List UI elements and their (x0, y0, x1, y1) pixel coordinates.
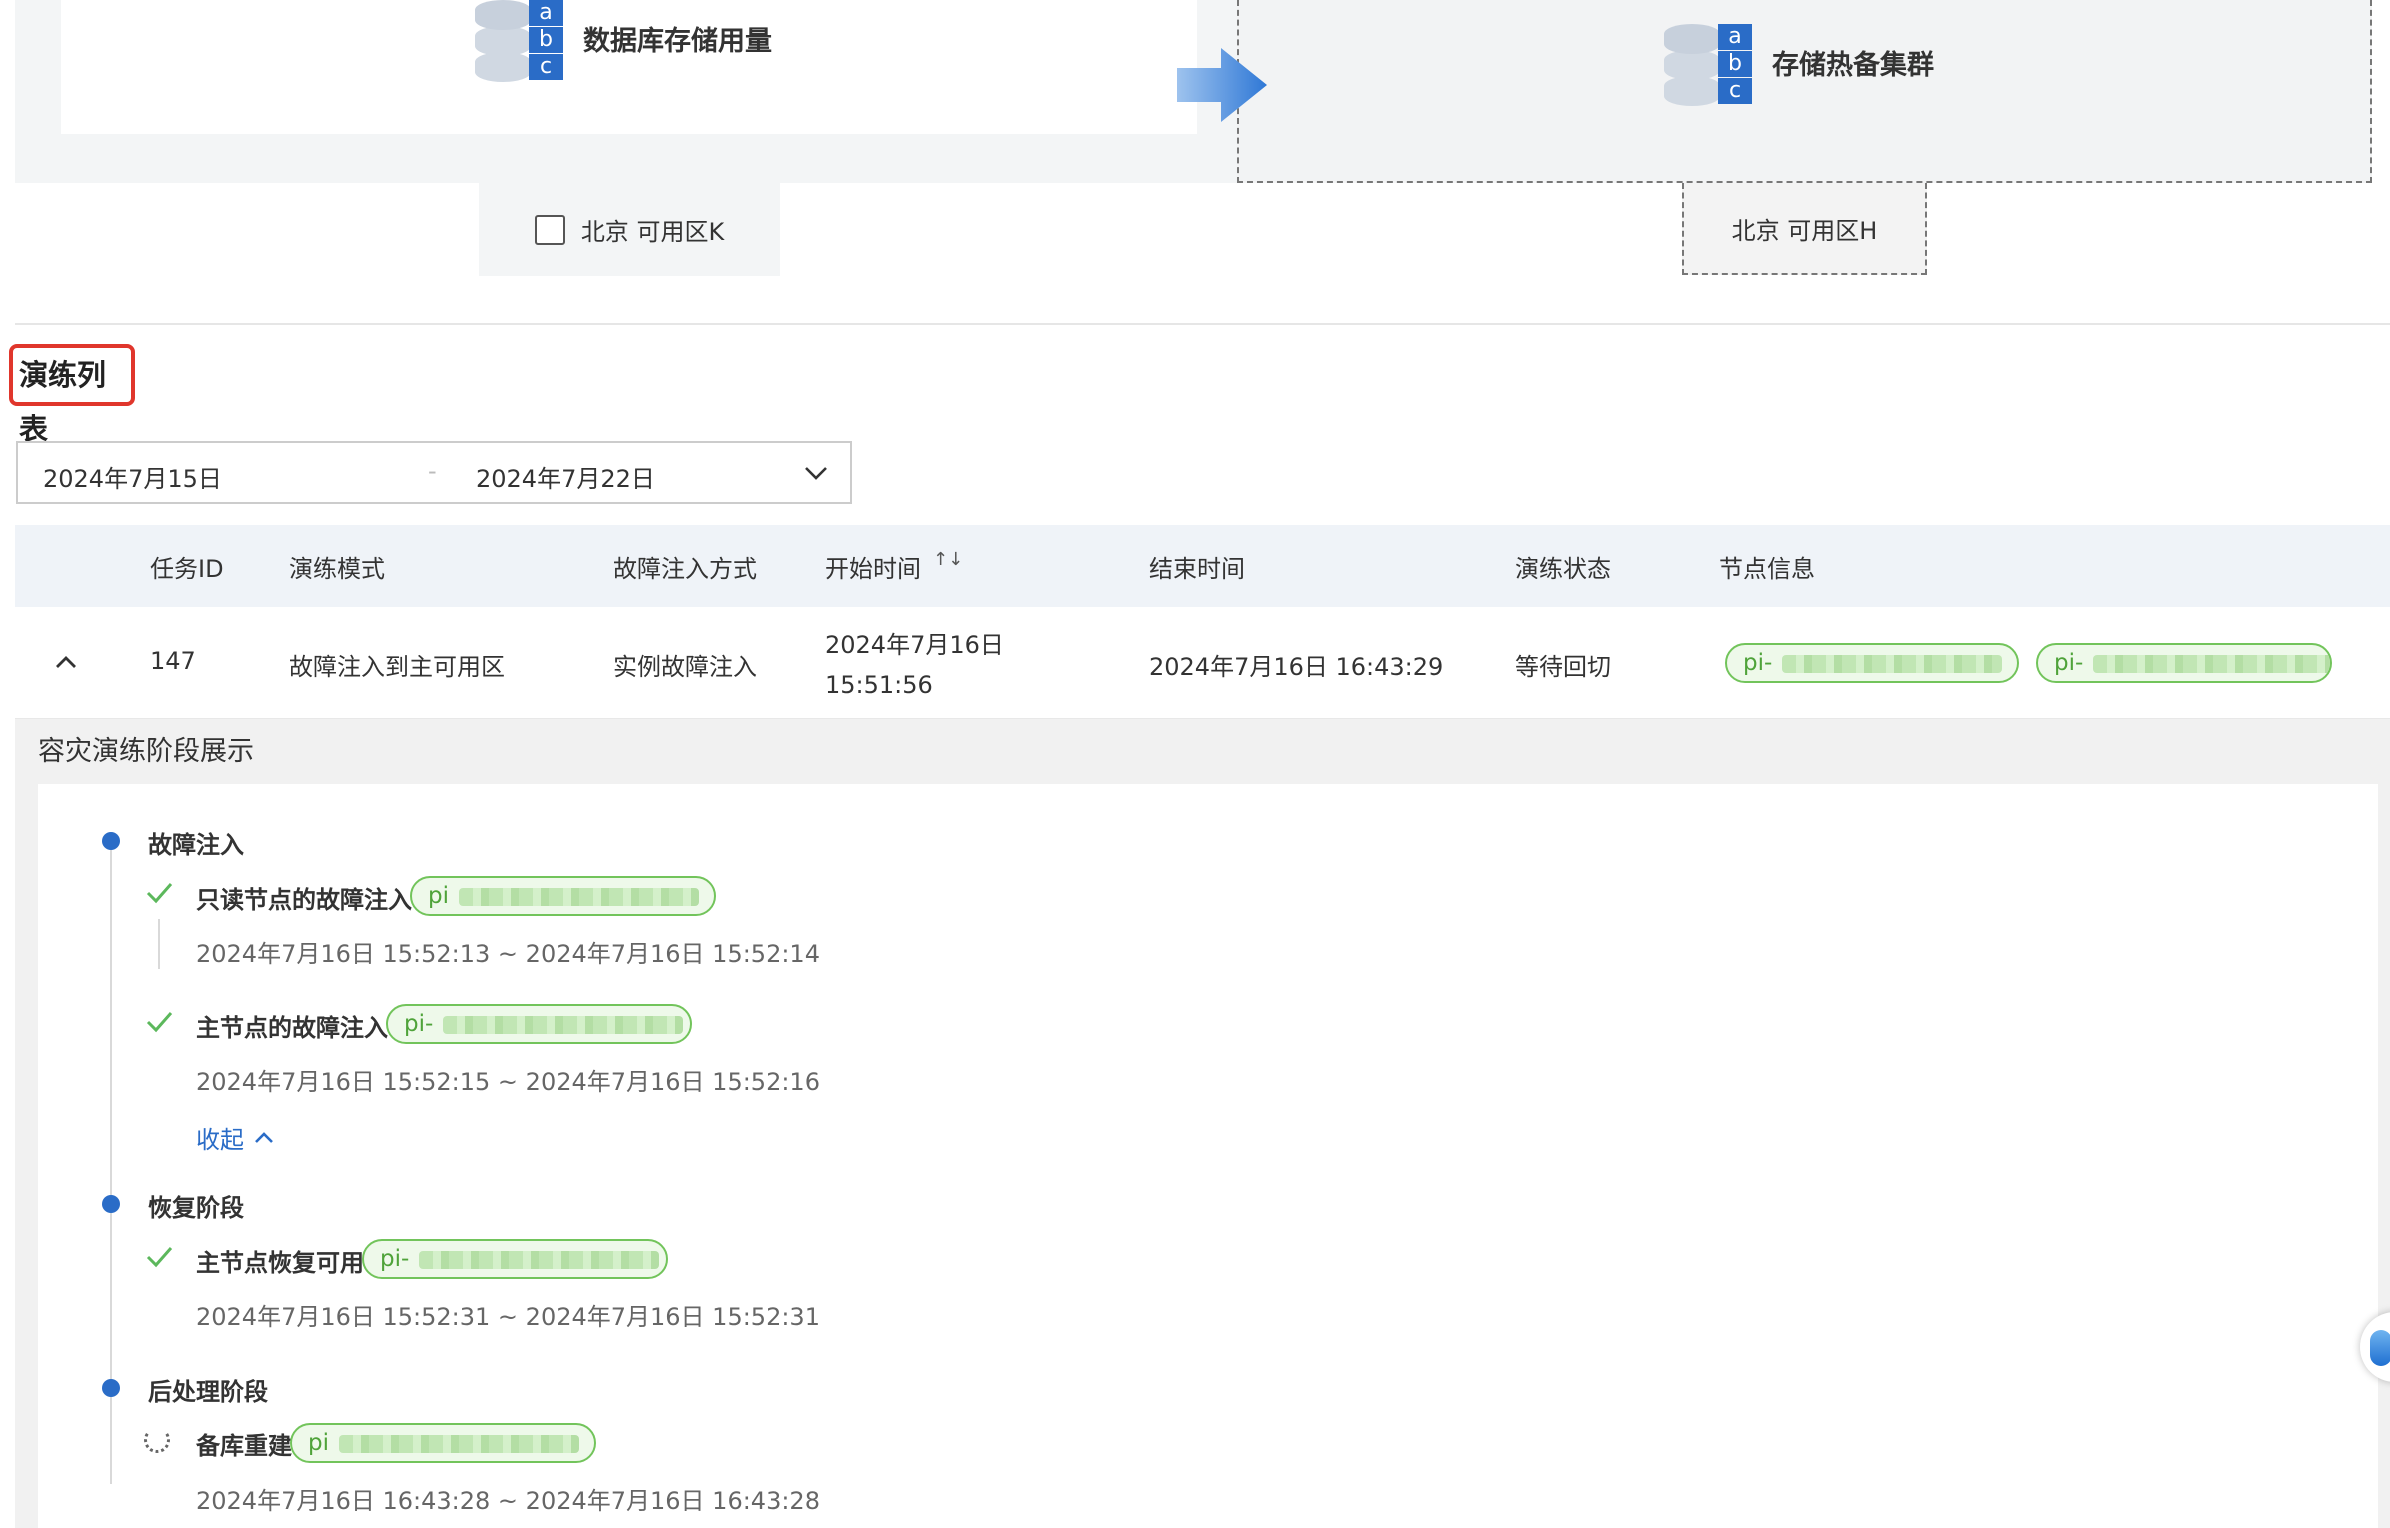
cell-task-id: 147 (150, 647, 196, 675)
zone-primary: 北京 可用区K (479, 183, 780, 276)
zone-standby-label: 北京 可用区H (1731, 216, 1878, 245)
database-icon: abc (1664, 16, 1754, 108)
cell-injection: 实例故障注入 (613, 653, 757, 681)
timeline-dot (102, 1379, 120, 1397)
cell-status: 等待回切 (1515, 653, 1611, 681)
headset-icon (2370, 1330, 2390, 1366)
step-readonly-injection: 只读节点的故障注入 (196, 886, 412, 914)
node-tag[interactable]: pi (290, 1423, 596, 1463)
zone-primary-label: 北京 可用区K (580, 218, 725, 246)
step-primary-time: 2024年7月16日 15:52:15 ~ 2024年7月16日 15:52:1… (196, 1068, 820, 1096)
date-range-picker[interactable]: 2024年7月15日 - 2024年7月22日 (16, 441, 852, 504)
cell-mode: 故障注入到主可用区 (289, 653, 505, 681)
header-start-time[interactable]: 开始时间 ↑↓ (825, 549, 963, 584)
stage-timeline: 故障注入 只读节点的故障注入 pi 2024年7月16日 15:52:13 ~ … (38, 784, 2378, 1528)
header-end-time: 结束时间 (1149, 555, 1245, 583)
stage-panel-title: 容灾演练阶段展示 (38, 736, 254, 767)
phase-post-processing: 后处理阶段 (148, 1378, 268, 1406)
loading-spinner-icon (144, 1427, 170, 1453)
header-nodes: 节点信息 (1719, 555, 1815, 583)
primary-db-label: 数据库存储用量 (583, 25, 772, 57)
step-rebuild-time: 2024年7月16日 16:43:28 ~ 2024年7月16日 16:43:2… (196, 1487, 820, 1515)
database-icon: abc (475, 0, 565, 84)
node-tag[interactable]: pi- (2036, 643, 2332, 683)
standby-db-label: 存储热备集群 (1772, 49, 1934, 81)
drill-list-title: 演练列表 (9, 344, 135, 446)
node-tag[interactable]: pi- (362, 1239, 668, 1279)
timeline-dot (102, 1195, 120, 1213)
cell-start-time: 2024年7月16日 15:51:56 (825, 631, 1004, 699)
date-end[interactable]: 2024年7月22日 (476, 459, 655, 494)
timeline-dot (102, 832, 120, 850)
step-recovery-time: 2024年7月16日 15:52:31 ~ 2024年7月16日 15:52:3… (196, 1303, 820, 1331)
phase-recovery: 恢复阶段 (148, 1194, 244, 1222)
standby-db-node: abc 存储热备集群 (1664, 16, 1934, 108)
node-tag[interactable]: pi (410, 876, 716, 916)
table-row[interactable]: 147 故障注入到主可用区 实例故障注入 2024年7月16日 15:51:56 … (15, 607, 2390, 719)
collapse-link[interactable]: 收起 (196, 1120, 276, 1155)
stage-panel: 容灾演练阶段展示 故障注入 只读节点的故障注入 pi 2024年7月16日 15… (15, 719, 2390, 1528)
zone-checkbox[interactable] (534, 214, 565, 245)
header-task-id: 任务ID (150, 555, 224, 583)
section-divider (15, 323, 2390, 325)
step-primary-injection: 主节点的故障注入 (196, 1014, 388, 1042)
check-icon (146, 1247, 173, 1268)
replication-arrow-icon (1177, 48, 1267, 122)
header-mode: 演练模式 (289, 555, 385, 583)
date-start[interactable]: 2024年7月15日 (43, 459, 222, 494)
step-line (158, 919, 160, 969)
sort-icon[interactable]: ↑↓ (933, 549, 963, 570)
node-tag[interactable]: pi- (386, 1004, 692, 1044)
check-icon (146, 883, 173, 904)
primary-db-node: abc 数据库存储用量 (475, 0, 772, 84)
zone-standby: 北京 可用区H (1682, 183, 1927, 275)
chevron-up-icon[interactable] (252, 1126, 276, 1150)
step-standby-rebuild: 备库重建 (196, 1432, 292, 1460)
chevron-down-icon[interactable] (802, 459, 830, 487)
chevron-up-icon[interactable] (51, 647, 81, 677)
cell-end-time: 2024年7月16日 16:43:29 (1149, 653, 1444, 681)
node-tag[interactable]: pi- (1725, 643, 2019, 683)
phase-fault-injection: 故障注入 (148, 831, 244, 859)
date-separator: - (428, 457, 437, 485)
step-readonly-time: 2024年7月16日 15:52:13 ~ 2024年7月16日 15:52:1… (196, 940, 820, 968)
header-status: 演练状态 (1515, 555, 1611, 583)
table-header: 任务ID 演练模式 故障注入方式 开始时间 ↑↓ 结束时间 演练状态 节点信息 (15, 525, 2390, 607)
check-icon (146, 1012, 173, 1033)
header-injection: 故障注入方式 (613, 555, 757, 583)
step-primary-recovery: 主节点恢复可用 (196, 1249, 364, 1277)
